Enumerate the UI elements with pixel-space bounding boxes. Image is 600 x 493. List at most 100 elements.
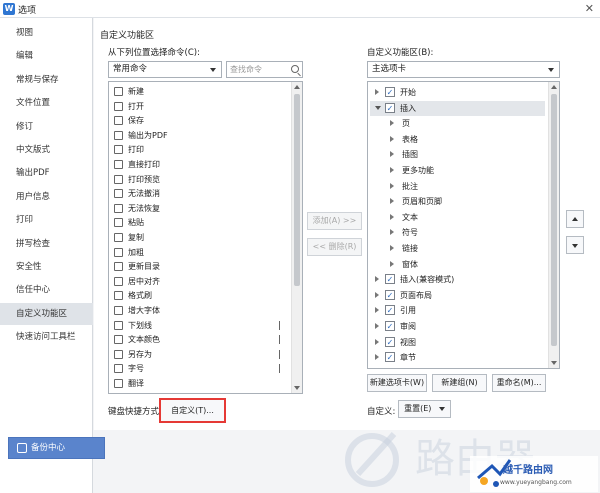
close-icon[interactable]: ✕ (585, 2, 594, 15)
expand-closed-icon[interactable] (390, 198, 394, 205)
expand-closed-icon[interactable] (375, 323, 379, 329)
expand-closed-icon[interactable] (375, 338, 379, 345)
sidebar-item[interactable]: 常规与保存 (0, 69, 93, 91)
sidebar-item[interactable]: 快速访问工具栏 (0, 326, 93, 348)
expand-closed-icon[interactable] (375, 354, 379, 361)
command-list-scrollbar[interactable] (291, 82, 302, 393)
command-list-item[interactable]: 另存为 (111, 347, 291, 362)
ribbon-tree-item[interactable]: 插图 (370, 147, 545, 162)
scroll-down-icon[interactable] (294, 386, 300, 390)
expand-closed-icon[interactable] (390, 151, 394, 158)
tab-checkbox[interactable]: ✓ (385, 336, 395, 347)
ribbon-tree[interactable]: ✓ 开始 ✓ 插入页表格 插图 更多功能 批注 页眉和页脚 文本 符号 链接 窗体 ✓ 插入(兼容模式) ✓… (367, 81, 560, 369)
command-source-dropdown[interactable]: 常用命令 (108, 61, 222, 78)
expand-closed-icon[interactable] (375, 89, 379, 95)
expand-closed-icon[interactable] (375, 276, 379, 283)
command-list-item[interactable]: 打开 (111, 99, 291, 114)
sidebar-item[interactable]: 修订 (0, 116, 93, 138)
sidebar-item[interactable]: 编辑 (0, 45, 93, 67)
tab-checkbox[interactable]: ✓ (385, 321, 395, 331)
sidebar-item[interactable]: 信任中心 (0, 279, 93, 301)
sidebar-item[interactable]: 自定义功能区 (0, 302, 93, 325)
ribbon-tree-item[interactable]: 文本 (370, 210, 545, 225)
ribbon-tree-item[interactable]: 批注 (370, 179, 545, 194)
sidebar-item[interactable]: 打印 (0, 209, 93, 231)
ribbon-tree-item[interactable]: 窗体 (370, 257, 545, 272)
expand-closed-icon[interactable] (375, 291, 379, 298)
command-list-item[interactable]: 加粗 (111, 245, 291, 260)
expand-closed-icon[interactable] (390, 135, 394, 142)
command-list-item[interactable]: 无法撤消 (111, 186, 291, 201)
ribbon-tree-item[interactable]: ✓ 审阅 (370, 319, 545, 334)
expand-closed-icon[interactable] (390, 182, 394, 189)
scroll-down-icon[interactable] (551, 361, 557, 365)
command-list-item[interactable]: 增大字体 (111, 303, 291, 318)
ribbon-tree-item[interactable]: 表格 (370, 132, 545, 147)
new-group-button[interactable]: 新建组(N) (432, 374, 487, 392)
tab-checkbox[interactable]: ✓ (385, 274, 395, 285)
command-list-item[interactable]: 翻译 (111, 376, 291, 391)
customize-shortcut-button[interactable]: 自定义(T)... (159, 398, 226, 423)
tab-checkbox[interactable]: ✓ (385, 87, 395, 97)
add-command-button[interactable]: 添加(A) >> (307, 212, 362, 230)
command-list-item[interactable]: 字号 (111, 361, 291, 376)
tab-checkbox[interactable]: ✓ (385, 352, 395, 363)
scroll-up-icon[interactable] (294, 85, 300, 89)
ribbon-tree-item[interactable]: ✓ 视图 (370, 335, 545, 350)
command-list-scroll-thumb[interactable] (294, 94, 300, 286)
ribbon-tree-item[interactable]: ✓ 引用 (370, 303, 545, 318)
command-list-item[interactable]: 新建 (111, 84, 291, 99)
scroll-up-icon[interactable] (551, 85, 557, 89)
tab-checkbox[interactable]: ✓ (385, 305, 395, 316)
ribbon-tree-item[interactable]: 符号 (370, 225, 545, 240)
sidebar-item[interactable]: 输出PDF (0, 162, 93, 184)
command-list-item[interactable]: 文本颜色 (111, 332, 291, 347)
ribbon-tree-scroll-thumb[interactable] (551, 94, 557, 346)
new-tab-button[interactable]: 新建选项卡(W) (367, 374, 427, 392)
ribbon-tree-item[interactable]: 页眉和页脚 (370, 194, 545, 209)
tab-checkbox[interactable]: ✓ (385, 102, 395, 113)
ribbon-tree-item[interactable]: 更多功能 (370, 163, 545, 178)
command-list-item[interactable]: 格式刷 (111, 288, 291, 303)
command-list-item[interactable]: 粘贴 (111, 215, 291, 230)
expand-closed-icon[interactable] (375, 307, 379, 314)
command-list[interactable]: 新建 打开 保存 输出为PDF 打印 直接打印 打印预览 无法撤消 无法恢复 粘贴 复制 加粗 更新目录… (108, 81, 303, 394)
sidebar-item[interactable]: 安全性 (0, 256, 93, 278)
expand-closed-icon[interactable] (390, 213, 394, 220)
command-list-item[interactable]: 更新目录 (111, 259, 291, 274)
sidebar-item[interactable]: 视图 (0, 22, 93, 44)
expand-closed-icon[interactable] (390, 245, 394, 251)
remove-command-button[interactable]: << 删除(R) (307, 238, 362, 256)
sidebar-item[interactable]: 中文版式 (0, 139, 93, 161)
command-list-item[interactable]: 无法恢复 (111, 201, 291, 216)
move-up-button[interactable] (566, 210, 584, 228)
command-list-item[interactable]: 下划线 (111, 318, 291, 333)
expand-open-icon[interactable] (375, 105, 381, 110)
ribbon-tree-item[interactable]: ✓ 章节 (370, 350, 545, 365)
backup-center-button[interactable]: 备份中心 (8, 437, 105, 459)
sidebar-item[interactable]: 用户信息 (0, 186, 93, 208)
command-list-item[interactable]: 打印预览 (111, 172, 291, 187)
ribbon-tree-item[interactable]: ✓ 插入(兼容模式) (370, 272, 545, 287)
ribbon-tree-item[interactable]: 链接 (370, 241, 545, 256)
command-list-item[interactable]: 输出为PDF (111, 128, 291, 143)
sidebar-item[interactable]: 拼写检查 (0, 233, 93, 255)
command-list-item[interactable]: 复制 (111, 230, 291, 245)
tab-checkbox[interactable]: ✓ (385, 289, 395, 300)
command-list-item[interactable]: 直接打印 (111, 157, 291, 172)
rename-button[interactable]: 重命名(M)... (492, 374, 546, 392)
ribbon-tree-item[interactable]: ✓ 页面布局 (370, 288, 545, 303)
sidebar-item[interactable]: 文件位置 (0, 92, 93, 114)
ribbon-tree-scrollbar[interactable] (548, 82, 559, 368)
ribbon-tree-item[interactable]: 页 (370, 116, 545, 131)
move-down-button[interactable] (566, 236, 584, 254)
command-search-input[interactable]: 查找命令 (226, 61, 303, 78)
expand-closed-icon[interactable] (390, 167, 394, 173)
ribbon-tree-item[interactable]: ✓ 开始 (370, 85, 545, 100)
ribbon-tree-item[interactable]: ✓ 插入 (370, 100, 545, 116)
command-list-item[interactable]: 居中对齐 (111, 274, 291, 289)
command-list-item[interactable]: 保存 (111, 113, 291, 128)
ribbon-tabs-dropdown[interactable]: 主选项卡 (367, 61, 560, 78)
expand-closed-icon[interactable] (390, 260, 394, 267)
expand-closed-icon[interactable] (390, 120, 394, 127)
